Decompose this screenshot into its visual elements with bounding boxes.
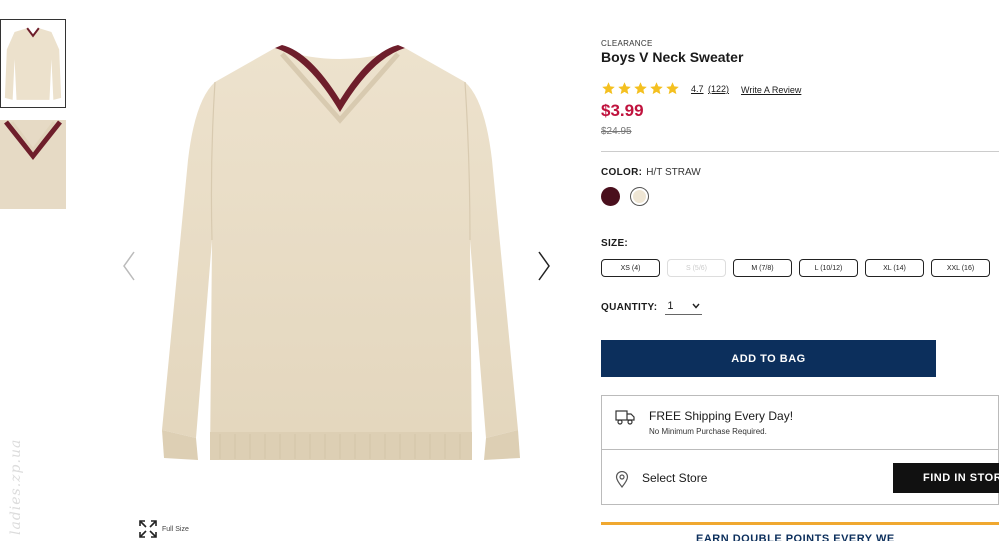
delivery-truck-icon <box>615 410 635 425</box>
find-in-store-button[interactable]: FIND IN STORE <box>893 463 999 493</box>
star-icon <box>666 82 679 95</box>
product-title: Boys V Neck Sweater <box>601 49 744 65</box>
quantity-select[interactable]: 1 <box>665 300 702 315</box>
product-image <box>140 40 540 480</box>
shipping-store-box: FREE Shipping Every Day! No Minimum Purc… <box>601 395 999 505</box>
thumbnail-front[interactable] <box>0 19 66 108</box>
rating-value: 4.7 <box>691 84 704 94</box>
size-option-xs[interactable]: XS (4) <box>601 259 660 277</box>
color-swatch-straw[interactable] <box>630 187 649 206</box>
sale-price: $3.99 <box>601 101 644 120</box>
free-shipping-title: FREE Shipping Every Day! <box>649 409 794 423</box>
rating-stars <box>601 81 680 96</box>
sweater-thumbnail-image <box>1 20 65 107</box>
size-options: XS (4) S (5/6) M (7/8) L (10/12) XL (14)… <box>601 259 990 277</box>
write-review-link[interactable]: Write A Review <box>741 85 801 95</box>
color-label: COLOR: <box>601 167 643 178</box>
location-pin-icon <box>615 471 629 488</box>
sweater-neck-detail-image <box>0 120 66 209</box>
star-icon <box>634 82 647 95</box>
full-size-label: Full Size <box>162 525 189 533</box>
divider <box>602 449 999 450</box>
promo-banner-text: EARN DOUBLE POINTS EVERY WE <box>696 533 895 541</box>
clearance-badge: CLEARANCE <box>601 39 653 48</box>
chevron-down-icon <box>691 303 700 309</box>
star-icon <box>618 82 631 95</box>
color-swatch-burgundy[interactable] <box>601 187 620 206</box>
full-size-button[interactable]: Full Size <box>138 519 189 539</box>
star-icon <box>602 82 615 95</box>
add-to-bag-button[interactable]: ADD TO BAG <box>601 340 936 377</box>
size-option-xl[interactable]: XL (14) <box>865 259 924 277</box>
original-price: $24.95 <box>601 126 632 137</box>
color-value: H/T STRAW <box>646 167 701 178</box>
watermark: ladies.zp.ua <box>8 438 24 535</box>
free-shipping-subtitle: No Minimum Purchase Required. <box>649 427 767 436</box>
quantity-row: QUANTITY: 1 <box>601 300 702 315</box>
expand-icon <box>139 520 157 538</box>
next-image-arrow-icon[interactable] <box>535 250 553 282</box>
reviews-count-link[interactable]: (122) <box>708 84 729 94</box>
quantity-value: 1 <box>667 300 674 312</box>
size-label: SIZE: <box>601 238 629 249</box>
quantity-label: QUANTITY: <box>601 302 658 313</box>
select-store-link[interactable]: Select Store <box>642 471 707 485</box>
size-option-xxl[interactable]: XXL (16) <box>931 259 990 277</box>
divider <box>601 151 999 152</box>
thumbnail-detail[interactable] <box>0 120 66 209</box>
color-selection: COLOR: H/T STRAW <box>601 167 701 178</box>
promo-banner-bar <box>601 522 999 525</box>
size-option-m[interactable]: M (7/8) <box>733 259 792 277</box>
product-details-panel: CLEARANCE Boys V Neck Sweater 4.7 (122) … <box>601 0 999 541</box>
size-option-s[interactable]: S (5/6) <box>667 259 726 277</box>
size-option-l[interactable]: L (10/12) <box>799 259 858 277</box>
star-icon <box>650 82 663 95</box>
previous-image-arrow-icon[interactable] <box>120 250 138 282</box>
